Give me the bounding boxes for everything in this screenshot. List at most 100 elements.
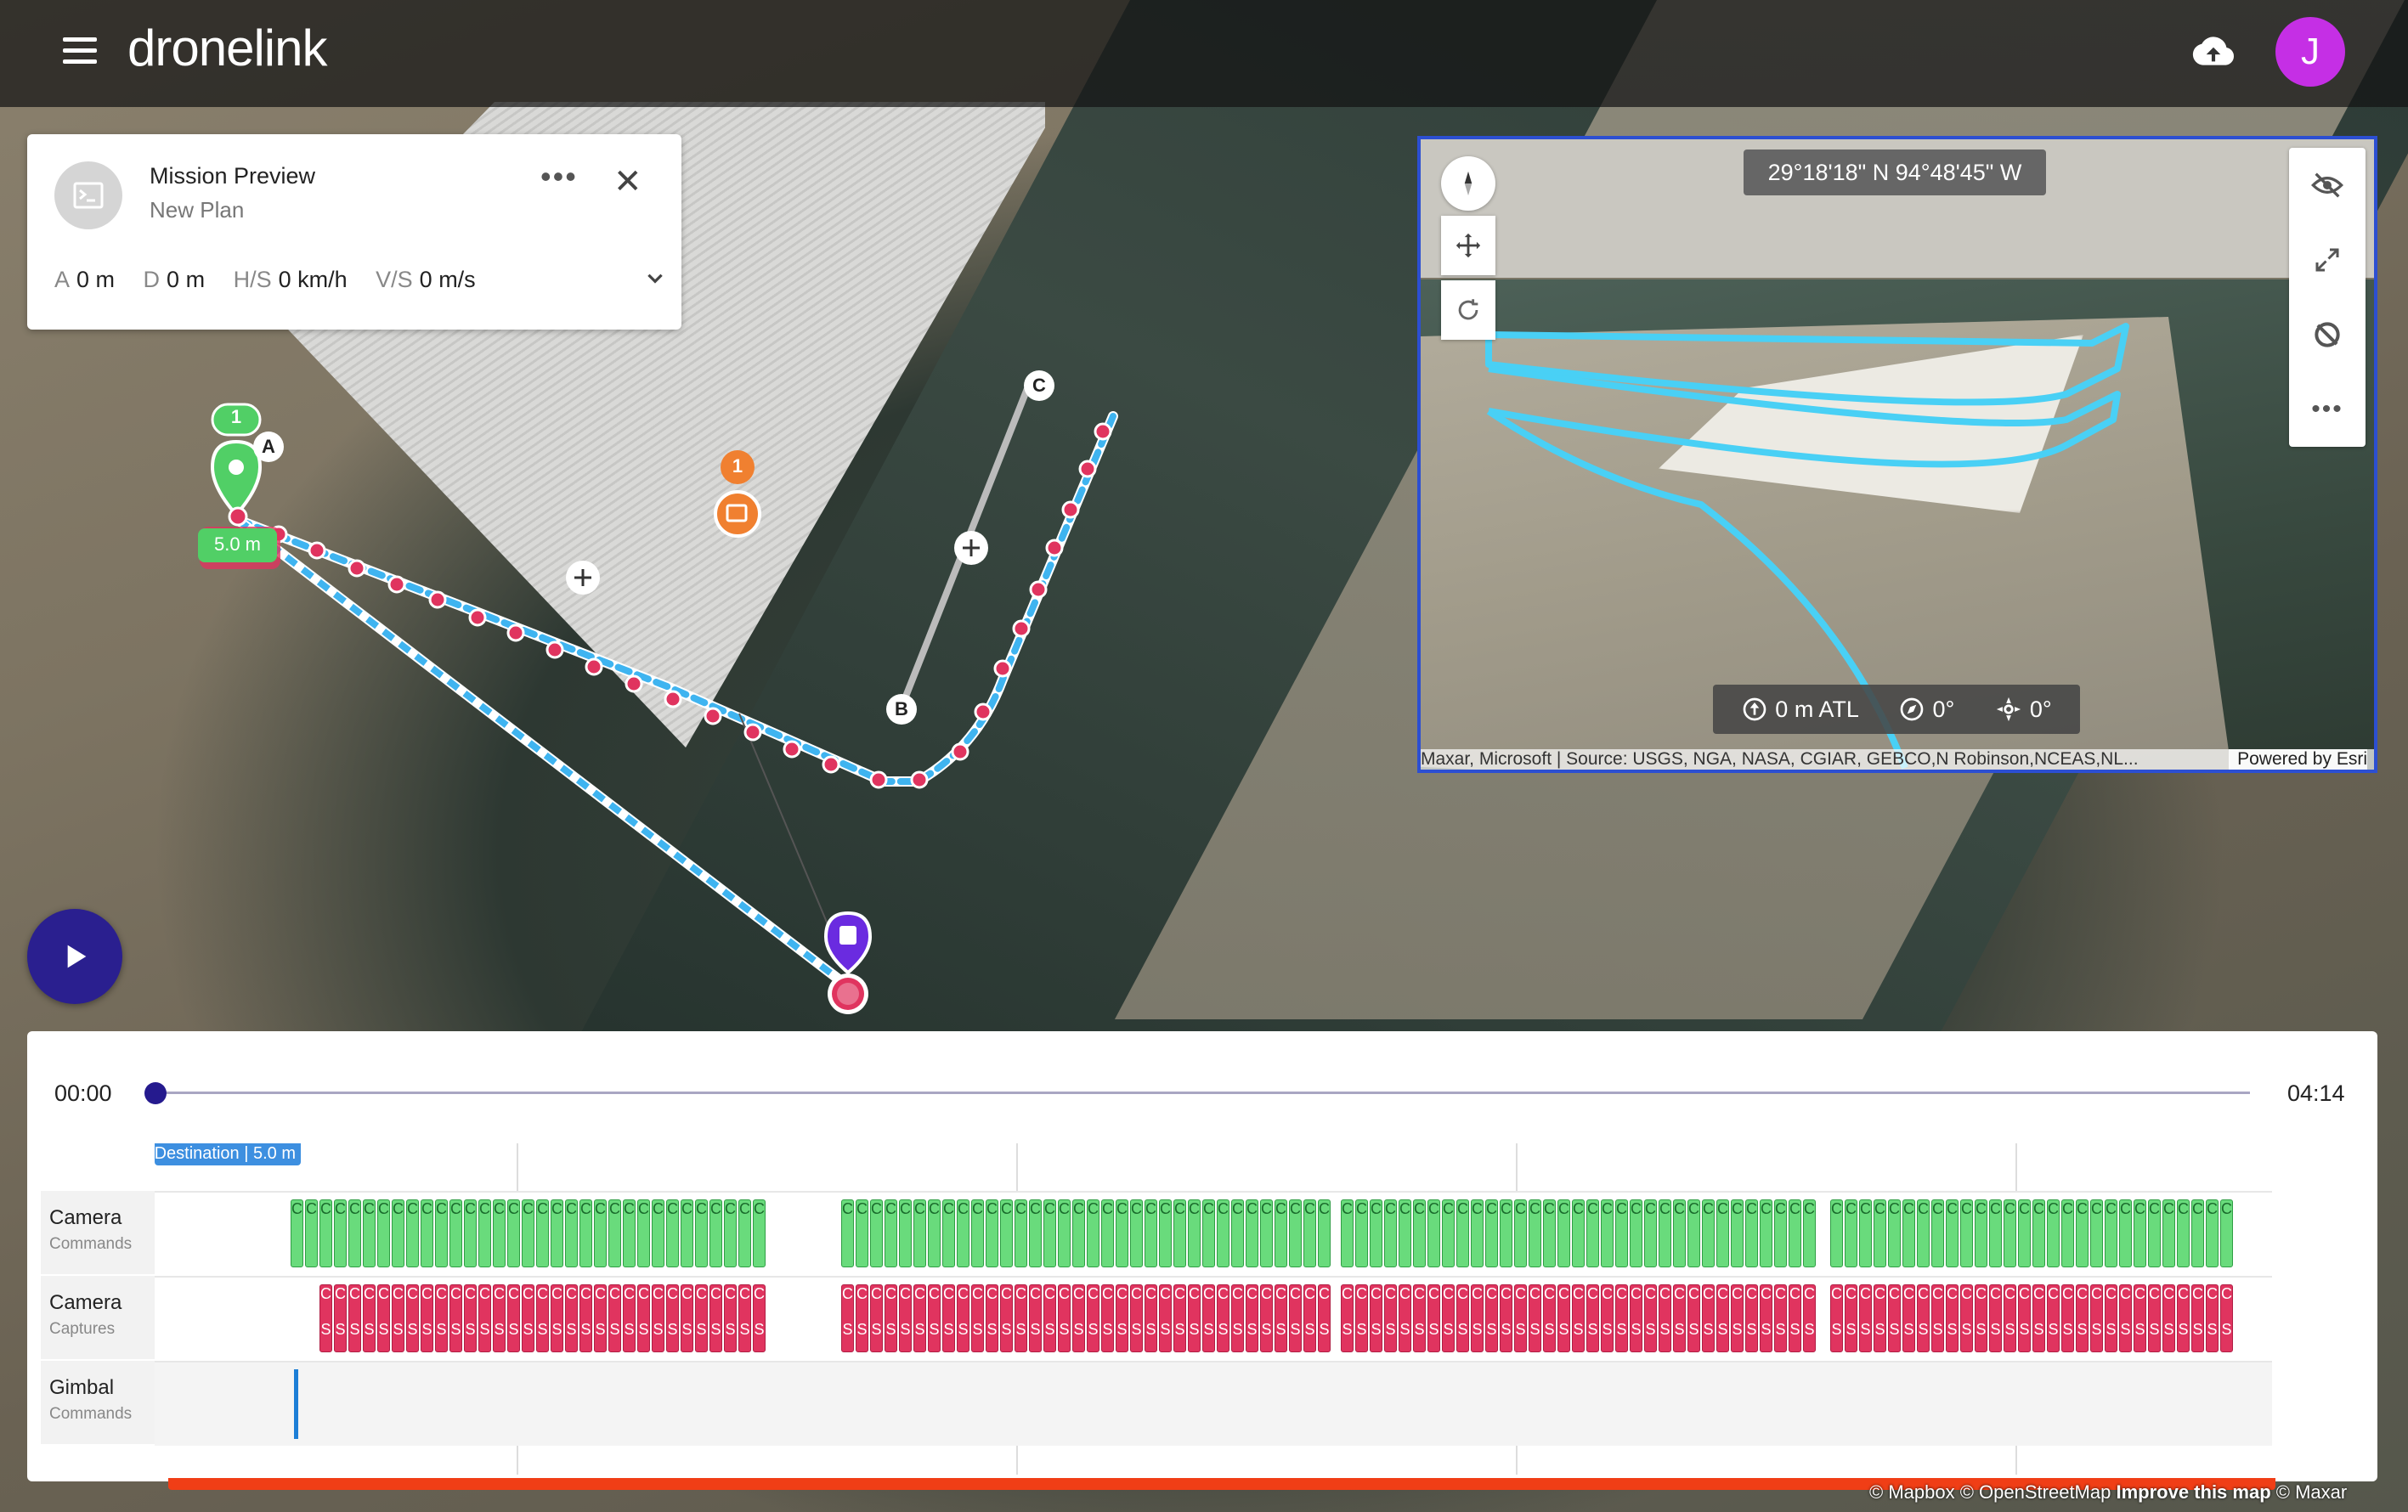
- capture-chip[interactable]: CS: [363, 1284, 376, 1352]
- command-chip[interactable]: C: [421, 1199, 433, 1267]
- command-chip[interactable]: C: [913, 1199, 926, 1267]
- command-chip[interactable]: C: [1427, 1199, 1440, 1267]
- command-chip[interactable]: C: [986, 1199, 998, 1267]
- capture-chip[interactable]: CS: [2191, 1284, 2204, 1352]
- capture-chip[interactable]: CS: [1355, 1284, 1368, 1352]
- capture-chip[interactable]: CS: [928, 1284, 941, 1352]
- capture-chip[interactable]: CS: [1615, 1284, 1628, 1352]
- command-chip[interactable]: C: [1072, 1199, 1085, 1267]
- capture-chip[interactable]: CS: [1760, 1284, 1772, 1352]
- command-chip[interactable]: C: [2090, 1199, 2103, 1267]
- capture-chip[interactable]: CS: [1188, 1284, 1201, 1352]
- more-options-icon[interactable]: •••: [540, 161, 578, 192]
- capture-chip[interactable]: CS: [377, 1284, 390, 1352]
- command-chip[interactable]: C: [1058, 1199, 1071, 1267]
- capture-chip[interactable]: CS: [1217, 1284, 1229, 1352]
- command-chip[interactable]: C: [551, 1199, 563, 1267]
- capture-chip[interactable]: CS: [1917, 1284, 1930, 1352]
- preview-more-icon[interactable]: •••: [2289, 372, 2366, 447]
- capture-chip[interactable]: CS: [1260, 1284, 1273, 1352]
- command-chip[interactable]: C: [1586, 1199, 1599, 1267]
- capture-chip[interactable]: CS: [565, 1284, 578, 1352]
- capture-chip[interactable]: CS: [1572, 1284, 1585, 1352]
- command-chip[interactable]: C: [957, 1199, 969, 1267]
- command-chip[interactable]: C: [1173, 1199, 1186, 1267]
- capture-chip[interactable]: CS: [1716, 1284, 1729, 1352]
- capture-chip[interactable]: CS: [1601, 1284, 1614, 1352]
- command-chip[interactable]: C: [1615, 1199, 1628, 1267]
- command-chip[interactable]: C: [928, 1199, 941, 1267]
- improve-map-link[interactable]: Improve this map: [2116, 1481, 2270, 1503]
- capture-chip[interactable]: CS: [551, 1284, 563, 1352]
- command-chip[interactable]: C: [623, 1199, 636, 1267]
- command-chip[interactable]: C: [1975, 1199, 1987, 1267]
- compass-button[interactable]: [1441, 156, 1495, 211]
- capture-chip[interactable]: CS: [2134, 1284, 2146, 1352]
- capture-chip[interactable]: CS: [1456, 1284, 1469, 1352]
- command-chip[interactable]: C: [1188, 1199, 1201, 1267]
- gimbal-command-chip[interactable]: [294, 1369, 298, 1439]
- capture-chip[interactable]: CS: [579, 1284, 592, 1352]
- capture-chip[interactable]: CS: [1731, 1284, 1744, 1352]
- capture-chip[interactable]: CS: [1702, 1284, 1715, 1352]
- command-chip[interactable]: C: [579, 1199, 592, 1267]
- command-chip[interactable]: C: [363, 1199, 376, 1267]
- capture-chip[interactable]: CS: [1303, 1284, 1316, 1352]
- command-chip[interactable]: C: [2177, 1199, 2190, 1267]
- capture-chip[interactable]: CS: [1072, 1284, 1085, 1352]
- command-chip[interactable]: C: [319, 1199, 332, 1267]
- capture-chip[interactable]: CS: [1859, 1284, 1872, 1352]
- capture-chip[interactable]: CS: [2206, 1284, 2219, 1352]
- powered-by-esri[interactable]: Powered by Esri: [2229, 749, 2367, 770]
- capture-chip[interactable]: CS: [1384, 1284, 1397, 1352]
- command-chip[interactable]: C: [348, 1199, 361, 1267]
- capture-chip[interactable]: CS: [885, 1284, 897, 1352]
- command-chip[interactable]: C: [392, 1199, 404, 1267]
- command-chip[interactable]: C: [2061, 1199, 2074, 1267]
- mapbox-attribution-link[interactable]: © Mapbox: [1869, 1481, 1955, 1503]
- command-chip[interactable]: C: [1202, 1199, 1215, 1267]
- capture-chip[interactable]: CS: [913, 1284, 926, 1352]
- capture-chip[interactable]: CS: [1058, 1284, 1071, 1352]
- capture-chip[interactable]: CS: [2119, 1284, 2132, 1352]
- capture-chip[interactable]: CS: [1659, 1284, 1671, 1352]
- sync-off-button[interactable]: [2289, 297, 2366, 372]
- command-chip[interactable]: C: [724, 1199, 737, 1267]
- capture-chip[interactable]: CS: [1289, 1284, 1302, 1352]
- capture-chip[interactable]: CS: [1087, 1284, 1099, 1352]
- command-chip[interactable]: C: [2032, 1199, 2045, 1267]
- capture-chip[interactable]: CS: [406, 1284, 419, 1352]
- capture-chip[interactable]: CS: [637, 1284, 650, 1352]
- capture-chip[interactable]: CS: [348, 1284, 361, 1352]
- capture-chip[interactable]: CS: [334, 1284, 347, 1352]
- command-chip[interactable]: C: [1289, 1199, 1302, 1267]
- capture-chip[interactable]: CS: [2061, 1284, 2074, 1352]
- capture-chip[interactable]: CS: [2162, 1284, 2175, 1352]
- command-chip[interactable]: C: [536, 1199, 549, 1267]
- play-button[interactable]: [27, 909, 122, 1004]
- command-chip[interactable]: C: [1000, 1199, 1013, 1267]
- capture-chip[interactable]: CS: [623, 1284, 636, 1352]
- command-chip[interactable]: C: [899, 1199, 912, 1267]
- command-chip[interactable]: C: [1413, 1199, 1426, 1267]
- capture-chip[interactable]: CS: [1745, 1284, 1758, 1352]
- capture-chip[interactable]: CS: [1101, 1284, 1114, 1352]
- timeline-scrubber-handle[interactable]: [144, 1082, 167, 1104]
- capture-chip[interactable]: CS: [1029, 1284, 1042, 1352]
- capture-chip[interactable]: CS: [957, 1284, 969, 1352]
- capture-chip[interactable]: CS: [942, 1284, 955, 1352]
- maxar-attribution-link[interactable]: © Maxar: [2276, 1481, 2347, 1503]
- command-chip[interactable]: C: [1246, 1199, 1258, 1267]
- command-chip[interactable]: C: [2076, 1199, 2089, 1267]
- capture-chip[interactable]: CS: [1644, 1284, 1657, 1352]
- chevron-down-icon[interactable]: [644, 267, 666, 289]
- capture-chip[interactable]: CS: [724, 1284, 737, 1352]
- capture-chip[interactable]: CS: [421, 1284, 433, 1352]
- command-chip[interactable]: C: [1260, 1199, 1273, 1267]
- capture-chip[interactable]: CS: [753, 1284, 766, 1352]
- track-gimbal-commands[interactable]: [155, 1361, 2272, 1446]
- command-chip[interactable]: C: [1442, 1199, 1455, 1267]
- osm-attribution-link[interactable]: © OpenStreetMap: [1960, 1481, 2111, 1503]
- command-chip[interactable]: C: [2206, 1199, 2219, 1267]
- command-chip[interactable]: C: [1789, 1199, 1801, 1267]
